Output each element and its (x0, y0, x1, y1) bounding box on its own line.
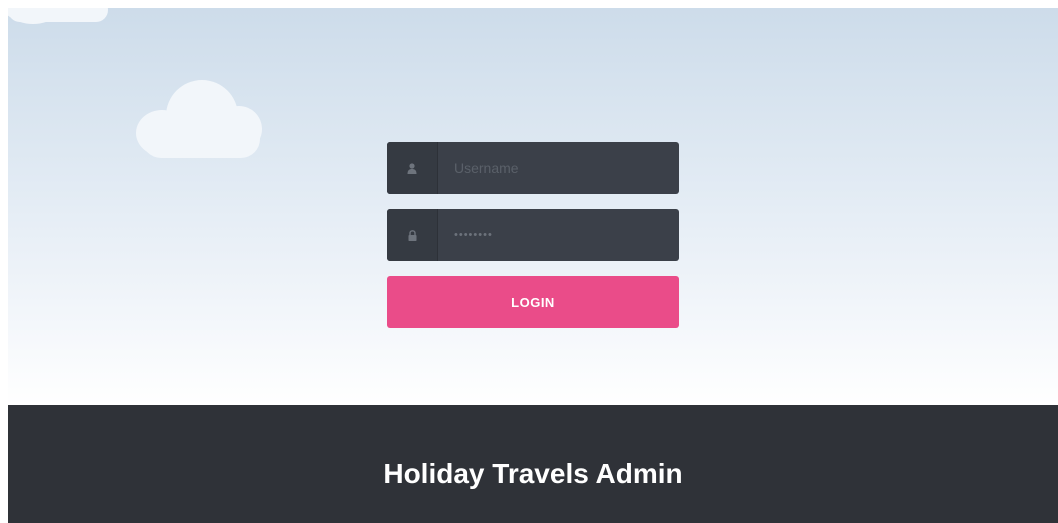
sky-background: LOGIN (8, 8, 1058, 405)
cloud-puff (142, 120, 260, 158)
footer-bar: Holiday Travels Admin (8, 405, 1058, 523)
username-input[interactable] (438, 142, 679, 194)
lock-icon (387, 209, 438, 261)
password-field-wrapper (387, 209, 679, 261)
cloud-puff (8, 8, 108, 22)
user-icon (387, 142, 438, 194)
username-field-wrapper (387, 142, 679, 194)
login-button[interactable]: LOGIN (387, 276, 679, 328)
footer-title: Holiday Travels Admin (383, 458, 683, 489)
password-input[interactable] (438, 209, 679, 261)
page-frame: LOGIN Holiday Travels Admin (8, 8, 1058, 523)
login-form: LOGIN (387, 142, 679, 328)
